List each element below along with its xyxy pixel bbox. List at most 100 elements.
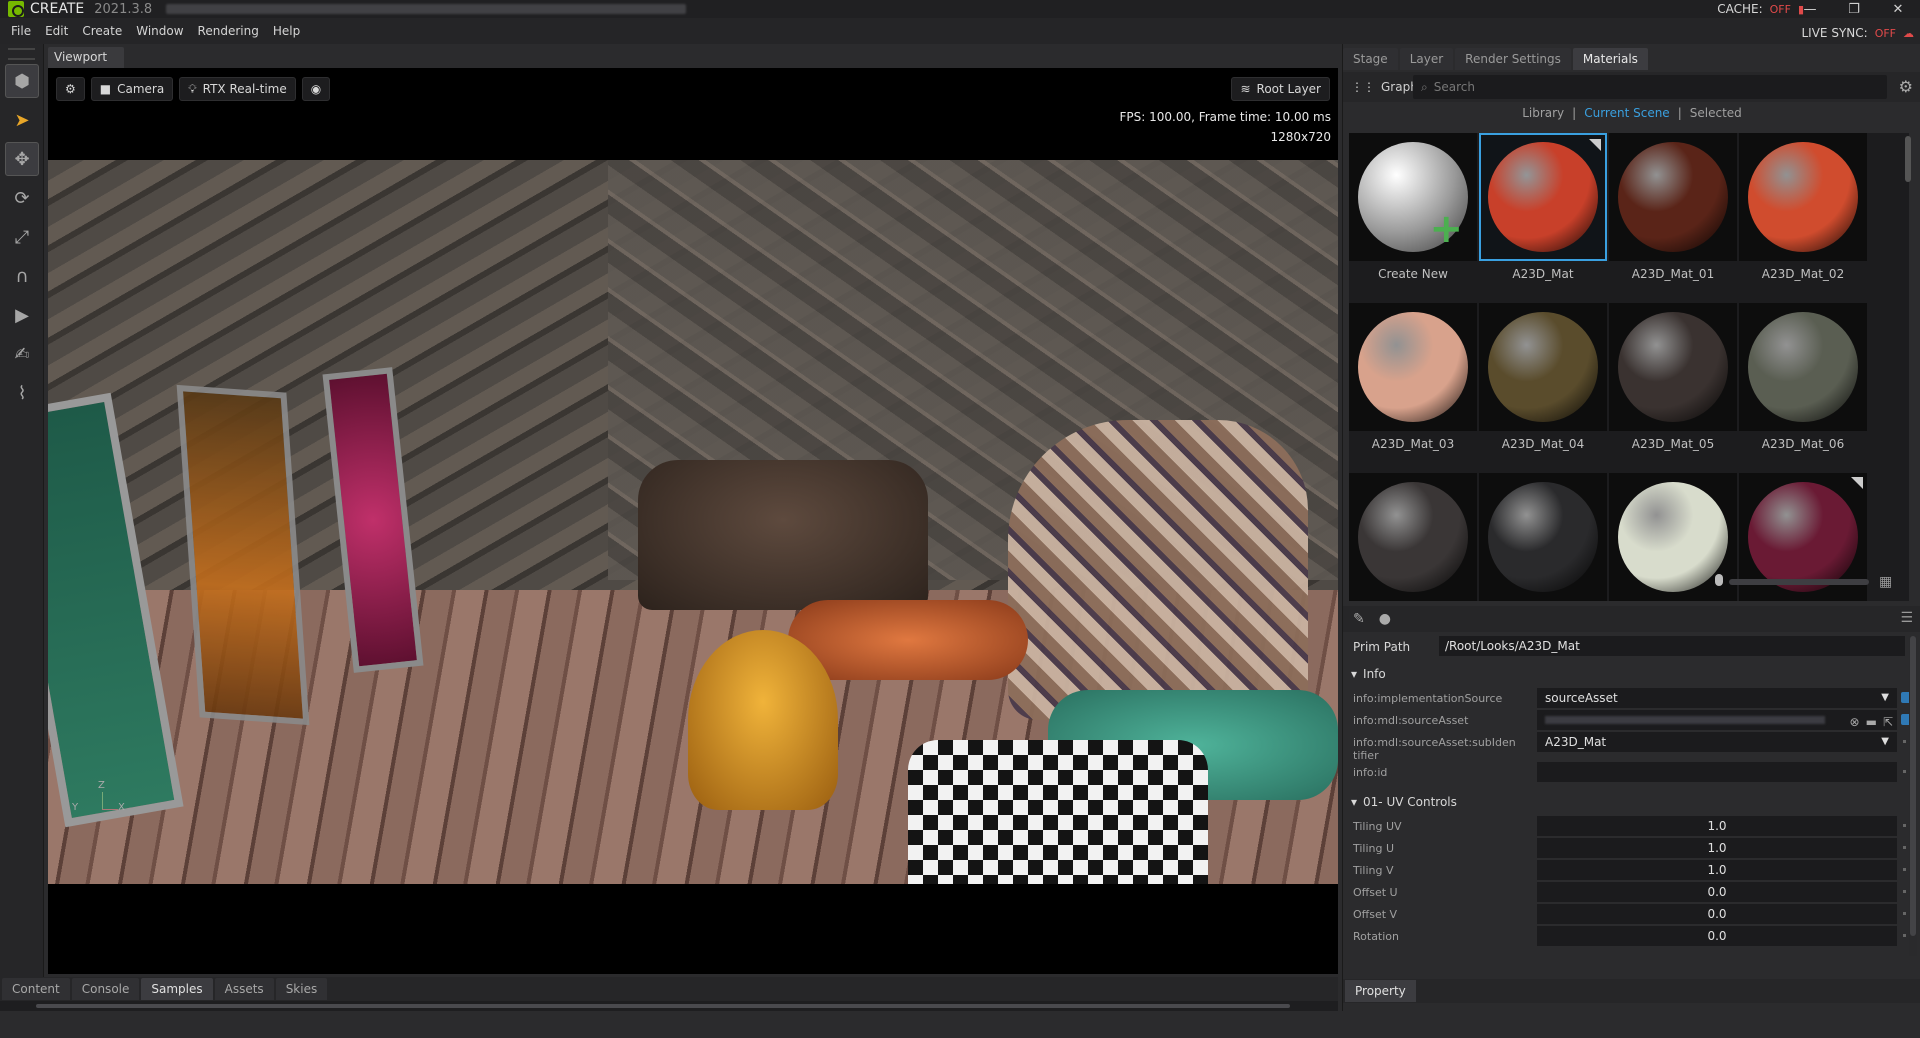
panel-options-icon[interactable]: ☰ bbox=[1900, 610, 1913, 626]
property-scroll-thumb[interactable] bbox=[1910, 636, 1916, 936]
title-bar: CREATE 2021.3.8 CACHE: OFF ▮ — ❐ ✕ bbox=[0, 0, 1920, 18]
select-mode-icon[interactable]: ⬢ bbox=[5, 64, 39, 98]
thumbnail-size-slider[interactable] bbox=[1729, 579, 1869, 585]
offset-u-field[interactable]: 0.0 bbox=[1537, 882, 1897, 902]
filter-selected[interactable]: Selected bbox=[1690, 106, 1742, 126]
visibility-button[interactable]: ◉ bbox=[301, 77, 331, 101]
property-footer: Property bbox=[1343, 979, 1920, 1003]
tab-render-settings[interactable]: Render Settings bbox=[1455, 48, 1571, 70]
tiling-u-field[interactable]: 1.0 bbox=[1537, 838, 1897, 858]
materials-settings-gear-icon[interactable]: ⚙ bbox=[1899, 77, 1913, 96]
tab-samples[interactable]: Samples bbox=[141, 978, 213, 1000]
rotation-field[interactable]: 0.0 bbox=[1537, 926, 1897, 946]
override-dot[interactable] bbox=[1903, 890, 1906, 893]
override-dot[interactable] bbox=[1903, 846, 1906, 849]
sub-identifier-dropdown[interactable]: A23D_Mat ▼ bbox=[1537, 732, 1897, 752]
info-section-header[interactable]: ▾ Info bbox=[1351, 664, 1911, 684]
uv-controls-section-header[interactable]: ▾ 01- UV Controls bbox=[1351, 792, 1911, 812]
material-thumb[interactable]: A23D_Mat bbox=[1479, 133, 1607, 301]
renderer-button[interactable]: 💡︎ RTX Real-time bbox=[179, 77, 296, 101]
material-search-input[interactable]: ⌕ Search bbox=[1413, 75, 1887, 99]
tab-console[interactable]: Console bbox=[71, 978, 140, 1000]
folder-icon[interactable]: ▬ bbox=[1866, 712, 1877, 732]
close-window-button[interactable]: ✕ bbox=[1876, 0, 1920, 18]
menu-window[interactable]: Window bbox=[129, 18, 190, 44]
override-dot[interactable] bbox=[1903, 912, 1906, 915]
left-toolbar: ⬢ ➤ ✥ ⟳ ⤢ ∩ ▶ ✍ ⌇ bbox=[0, 44, 44, 984]
source-asset-path-field[interactable]: ⊗ ▬ ⇱ bbox=[1537, 710, 1897, 730]
property-scrollbar[interactable] bbox=[1909, 636, 1917, 956]
viewport-settings-button[interactable]: ⚙ bbox=[56, 77, 85, 101]
toolbar-grip[interactable] bbox=[8, 48, 35, 60]
tab-assets[interactable]: Assets bbox=[214, 978, 274, 1000]
tab-content[interactable]: Content bbox=[2, 978, 70, 1000]
material-thumb[interactable] bbox=[1479, 473, 1607, 601]
tab-property[interactable]: Property bbox=[1345, 980, 1416, 1002]
restore-button[interactable]: ❐ bbox=[1832, 0, 1876, 18]
bottom-scrollbar[interactable] bbox=[0, 1001, 1338, 1011]
clear-path-icon[interactable]: ⊗ bbox=[1850, 712, 1860, 732]
material-thumb[interactable]: A23D_Mat_04 bbox=[1479, 303, 1607, 471]
rotate-tool-icon[interactable]: ⟳ bbox=[5, 181, 39, 215]
tab-skies[interactable]: Skies bbox=[275, 978, 328, 1000]
menu-edit[interactable]: Edit bbox=[38, 18, 75, 44]
minimize-button[interactable]: — bbox=[1788, 0, 1832, 18]
material-thumb[interactable]: A23D_Mat_01 bbox=[1609, 133, 1737, 301]
tab-materials[interactable]: Materials bbox=[1572, 48, 1648, 70]
material-sphere bbox=[1488, 482, 1598, 592]
scale-tool-icon[interactable]: ⤢ bbox=[5, 220, 39, 254]
axis-z-line bbox=[102, 792, 103, 810]
snap-magnet-icon[interactable]: ∩ bbox=[5, 259, 39, 293]
thumb-grid-scrollbar[interactable] bbox=[1905, 136, 1911, 182]
material-thumb[interactable]: A23D_Mat_06 bbox=[1739, 303, 1867, 471]
live-sync-state-badge[interactable]: OFF bbox=[1872, 27, 1899, 40]
override-dot[interactable] bbox=[1903, 740, 1906, 743]
material-thumb[interactable]: A23D_Mat_02 bbox=[1739, 133, 1867, 301]
viewport-tab[interactable]: Viewport bbox=[48, 47, 124, 68]
cloud-icon: ☁ bbox=[1903, 26, 1914, 40]
app-logo-icon bbox=[8, 1, 24, 17]
scene-blanket bbox=[1008, 420, 1308, 720]
override-dot[interactable] bbox=[1903, 770, 1906, 773]
paint-icon[interactable]: ✍ bbox=[5, 337, 39, 371]
root-layer-button[interactable]: ≋ Root Layer bbox=[1231, 77, 1330, 101]
menu-file[interactable]: File bbox=[4, 18, 38, 44]
material-thumb-create-new[interactable]: + Create New bbox=[1349, 133, 1477, 301]
live-sync-status[interactable]: LIVE SYNC: OFF ☁ bbox=[1802, 26, 1915, 40]
tab-layer[interactable]: Layer bbox=[1399, 48, 1454, 70]
property-row: Offset U 0.0 bbox=[1353, 882, 1913, 904]
file-path-blurred bbox=[166, 4, 687, 14]
implementation-source-dropdown[interactable]: sourceAsset ▼ bbox=[1537, 688, 1897, 708]
offset-v-field[interactable]: 0.0 bbox=[1537, 904, 1897, 924]
filter-library[interactable]: Library bbox=[1522, 106, 1564, 126]
camera-button[interactable]: ■ Camera bbox=[90, 77, 174, 101]
material-label: A23D_Mat_04 bbox=[1501, 437, 1585, 451]
material-thumb[interactable]: A23D_Mat_03 bbox=[1349, 303, 1477, 471]
rendered-scene[interactable]: Z Y X bbox=[48, 160, 1338, 884]
tiling-v-field[interactable]: 1.0 bbox=[1537, 860, 1897, 880]
filter-current-scene[interactable]: Current Scene bbox=[1584, 106, 1669, 126]
menu-rendering[interactable]: Rendering bbox=[191, 18, 266, 44]
open-external-icon[interactable]: ⇱ bbox=[1883, 712, 1893, 732]
thumbnail-size-slider-knob[interactable] bbox=[1715, 574, 1723, 586]
override-dot[interactable] bbox=[1903, 934, 1906, 937]
tiling-uv-field[interactable]: 1.0 bbox=[1537, 816, 1897, 836]
move-tool-icon[interactable]: ✥ bbox=[5, 142, 39, 176]
brush-icon[interactable]: ⌇ bbox=[5, 376, 39, 410]
menu-create[interactable]: Create bbox=[75, 18, 129, 44]
eyedropper-icon[interactable]: ✎ bbox=[1353, 611, 1365, 627]
material-ball-icon[interactable]: ● bbox=[1379, 611, 1391, 627]
override-dot[interactable] bbox=[1903, 824, 1906, 827]
grid-view-icon[interactable]: ▦ bbox=[1879, 574, 1892, 590]
select-arrow-icon[interactable]: ➤ bbox=[5, 103, 39, 137]
override-dot[interactable] bbox=[1903, 868, 1906, 871]
tab-stage[interactable]: Stage bbox=[1343, 48, 1398, 70]
material-thumb[interactable]: A23D_Mat_05 bbox=[1609, 303, 1737, 471]
menu-help[interactable]: Help bbox=[266, 18, 307, 44]
play-icon[interactable]: ▶ bbox=[5, 298, 39, 332]
material-thumb[interactable] bbox=[1349, 473, 1477, 601]
prim-path-field[interactable]: /Root/Looks/A23D_Mat bbox=[1439, 636, 1905, 656]
viewport[interactable]: ⚙ ■ Camera 💡︎ RTX Real-time ◉ ≋ Root Layer … bbox=[48, 68, 1338, 974]
info-id-field[interactable] bbox=[1537, 762, 1897, 782]
bottom-scroll-thumb[interactable] bbox=[36, 1004, 1290, 1008]
